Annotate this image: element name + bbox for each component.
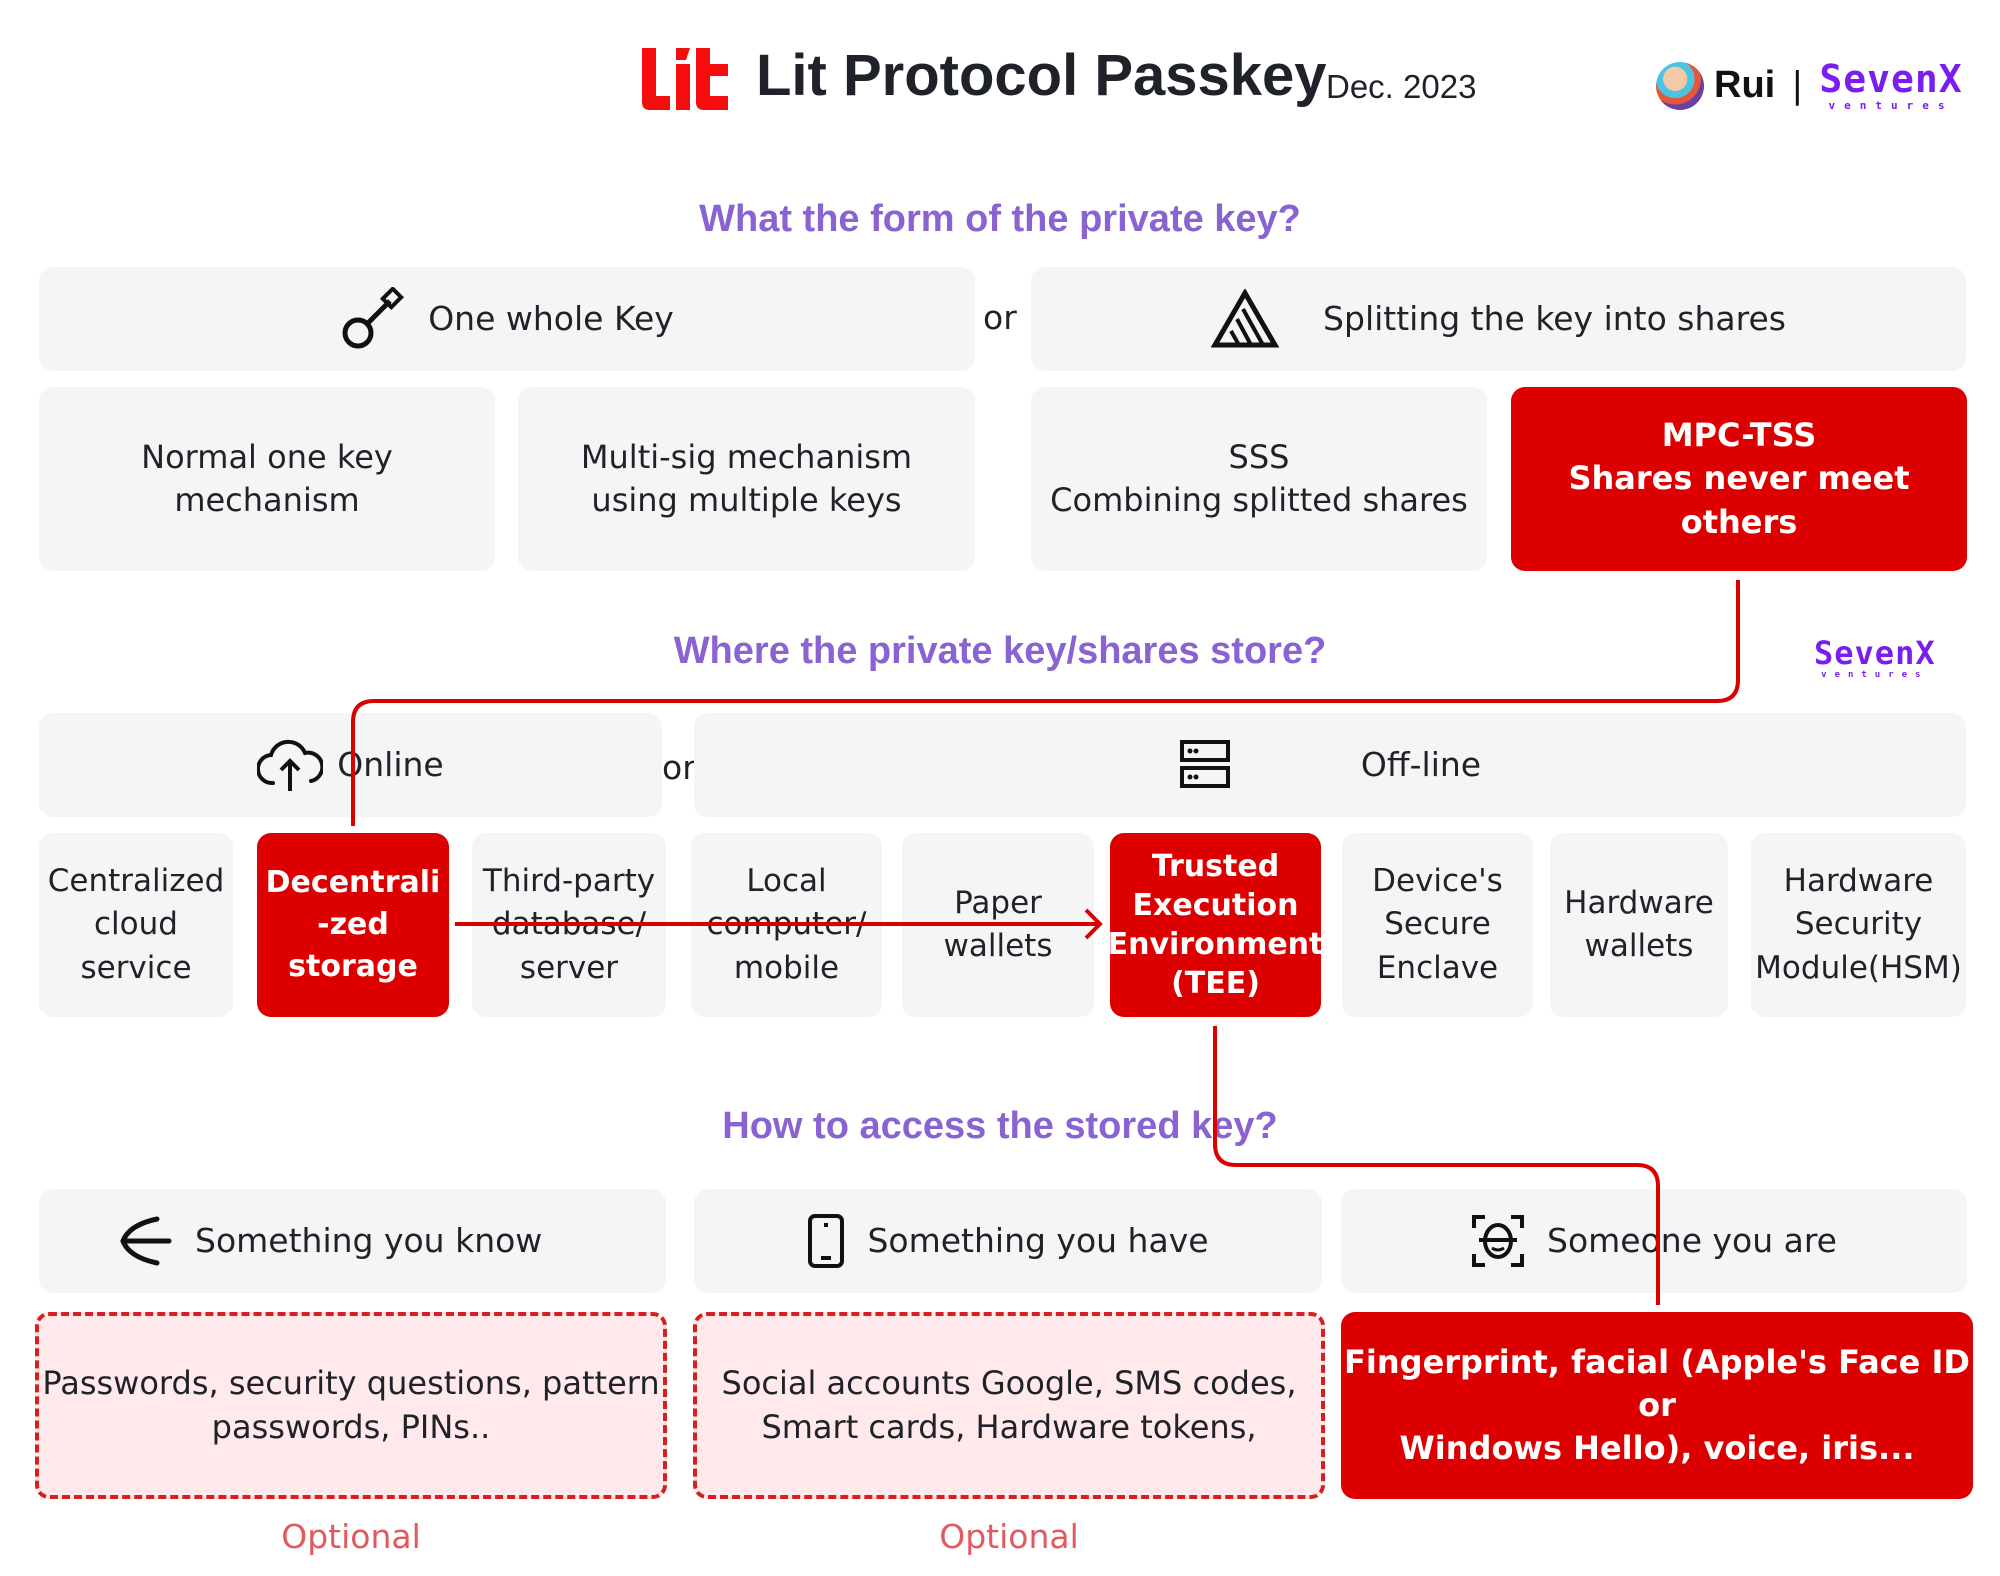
option-line: service — [80, 949, 192, 986]
avatar — [1656, 61, 1704, 110]
arrow-left-icon — [117, 1215, 173, 1267]
storage-option-secure-enclave: Device's Secure Enclave — [1342, 833, 1533, 1017]
category-label: Online — [337, 744, 444, 784]
page-date: Dec. 2023 — [1326, 68, 1477, 105]
category-offline: Off-line — [694, 713, 1966, 817]
storage-option-centralized-cloud: Centralized cloud service — [39, 833, 233, 1017]
category-something-you-have: Something you have — [694, 1189, 1322, 1293]
section-heading-storage: Where the private key/shares store? — [673, 630, 1327, 672]
option-line: Centralized — [47, 862, 225, 899]
cloud-upload-icon — [257, 737, 324, 793]
option-line: Enclave — [1376, 949, 1499, 986]
category-label: Splitting the key into shares — [1323, 298, 1786, 338]
option-line: mechanism — [174, 481, 360, 519]
storage-option-third-party-database: Third-party database/server — [472, 833, 666, 1017]
sevenx-watermark: SevenX ventures — [1814, 637, 1936, 680]
option-line: mobile — [733, 949, 840, 986]
category-someone-you-are: Someone you are — [1341, 1189, 1967, 1293]
option-line: -zed — [317, 907, 389, 942]
option-line: Third-party — [482, 862, 656, 899]
storage-option-hardware-wallets: Hardware wallets — [1550, 833, 1728, 1017]
option-line: Windows Hello), voice, iris... — [1399, 1429, 1915, 1468]
or-label: or — [662, 748, 696, 787]
option-line: Device's — [1372, 862, 1503, 899]
key-icon — [340, 287, 406, 351]
option-line: Fingerprint, facial (Apple's Face ID or — [1344, 1342, 1970, 1424]
sevenx-watermark-subtext: ventures — [1821, 670, 1929, 680]
face-scan-icon — [1471, 1214, 1525, 1268]
option-line: Local — [746, 862, 827, 899]
option-line: using multiple keys — [591, 481, 902, 519]
optional-label-have: Optional — [939, 1517, 1079, 1556]
storage-option-paper-wallets: Paper wallets — [902, 833, 1094, 1017]
option-line: Shares never meet others — [1568, 459, 1910, 541]
category-label: Someone you are — [1547, 1220, 1837, 1260]
storage-option-decentralized-storage: Decentrali -zed storage — [257, 833, 449, 1017]
category-one-whole-key: One whole Key — [39, 267, 975, 371]
option-line: (TEE) — [1171, 966, 1260, 1001]
category-label: Something you have — [867, 1220, 1209, 1260]
category-splitting-key: Splitting the key into shares — [1031, 267, 1966, 371]
separator: | — [1791, 65, 1804, 106]
option-line: Module(HSM) — [1755, 949, 1962, 986]
access-option-know: Passwords, security questions, pattern pa… — [35, 1312, 667, 1499]
option-line: Decentrali — [265, 865, 441, 900]
option-line: Secure — [1384, 906, 1491, 943]
option-line: Passwords, security questions, pattern — [42, 1364, 660, 1403]
option-line: Trusted — [1151, 849, 1280, 884]
option-line: Smart cards, Hardware tokens, — [761, 1407, 1257, 1446]
section-heading-access: How to access the stored key? — [722, 1105, 1278, 1147]
section-heading-key-form: What the form of the private key? — [699, 198, 1301, 240]
key-option-mpc-tss: MPC-TSS Shares never meet others — [1511, 387, 1967, 571]
phone-icon — [807, 1213, 845, 1269]
option-line: Paper — [954, 884, 1042, 921]
key-option-normal: Normal one key mechanism — [39, 387, 495, 571]
option-line: cloud — [94, 906, 178, 943]
category-something-you-know: Something you know — [39, 1189, 666, 1293]
option-line: Environment — [1107, 927, 1324, 962]
option-line: Security — [1794, 906, 1923, 943]
key-option-sss: SSS Combining splitted shares — [1031, 387, 1487, 571]
option-line: database/ — [491, 906, 647, 943]
author-block: Rui | SevenX ventures — [1656, 60, 1963, 111]
access-option-have: Social accounts Google, SMS codes, Smart … — [693, 1312, 1325, 1499]
optional-label-know: Optional — [281, 1517, 421, 1556]
storage-option-hsm: Hardware Security Module(HSM) — [1751, 833, 1966, 1017]
storage-option-tee: Trusted Execution Environment (TEE) — [1107, 833, 1324, 1017]
option-line: storage — [288, 949, 418, 984]
option-line: Social accounts Google, SMS codes, — [721, 1364, 1297, 1403]
option-line: Hardware — [1783, 862, 1934, 899]
page-title: Lit Protocol Passkey — [756, 43, 1327, 108]
sevenx-logo-text: SevenX — [1819, 57, 1963, 101]
lit-logo-icon — [642, 48, 728, 110]
option-line: Execution — [1132, 888, 1299, 923]
option-line: passwords, PINs.. — [211, 1407, 491, 1446]
category-online: Online — [39, 713, 662, 817]
storage-option-local-computer: Local computer/mobile — [691, 833, 882, 1017]
sevenx-watermark-text: SevenX — [1814, 634, 1936, 672]
access-option-are: Fingerprint, facial (Apple's Face ID or W… — [1341, 1312, 1973, 1499]
category-label: One whole Key — [428, 298, 674, 338]
option-line: server — [519, 949, 619, 986]
split-triangle-icon — [1211, 289, 1280, 349]
or-label: or — [983, 298, 1017, 337]
author-name: Rui — [1714, 64, 1776, 106]
category-label: Off-line — [1360, 744, 1482, 784]
option-line: wallets — [943, 928, 1053, 964]
option-line: Multi-sig mechanism — [580, 437, 913, 476]
option-line: wallets — [1584, 928, 1694, 964]
category-label: Something you know — [195, 1220, 543, 1260]
option-line: MPC-TSS — [1661, 416, 1817, 455]
server-icon — [1179, 739, 1231, 791]
option-line: SSS — [1228, 437, 1290, 476]
option-line: computer/ — [706, 906, 867, 943]
option-line: Hardware — [1564, 884, 1714, 921]
lit-logo — [640, 44, 732, 116]
sevenx-logo-subtext: ventures — [1828, 99, 1954, 112]
option-line: Normal one key — [141, 437, 393, 476]
key-option-multisig: Multi-sig mechanism using multiple keys — [518, 387, 975, 571]
sevenx-logo: SevenX ventures — [1819, 60, 1962, 111]
option-line: Combining splitted shares — [1050, 481, 1468, 519]
